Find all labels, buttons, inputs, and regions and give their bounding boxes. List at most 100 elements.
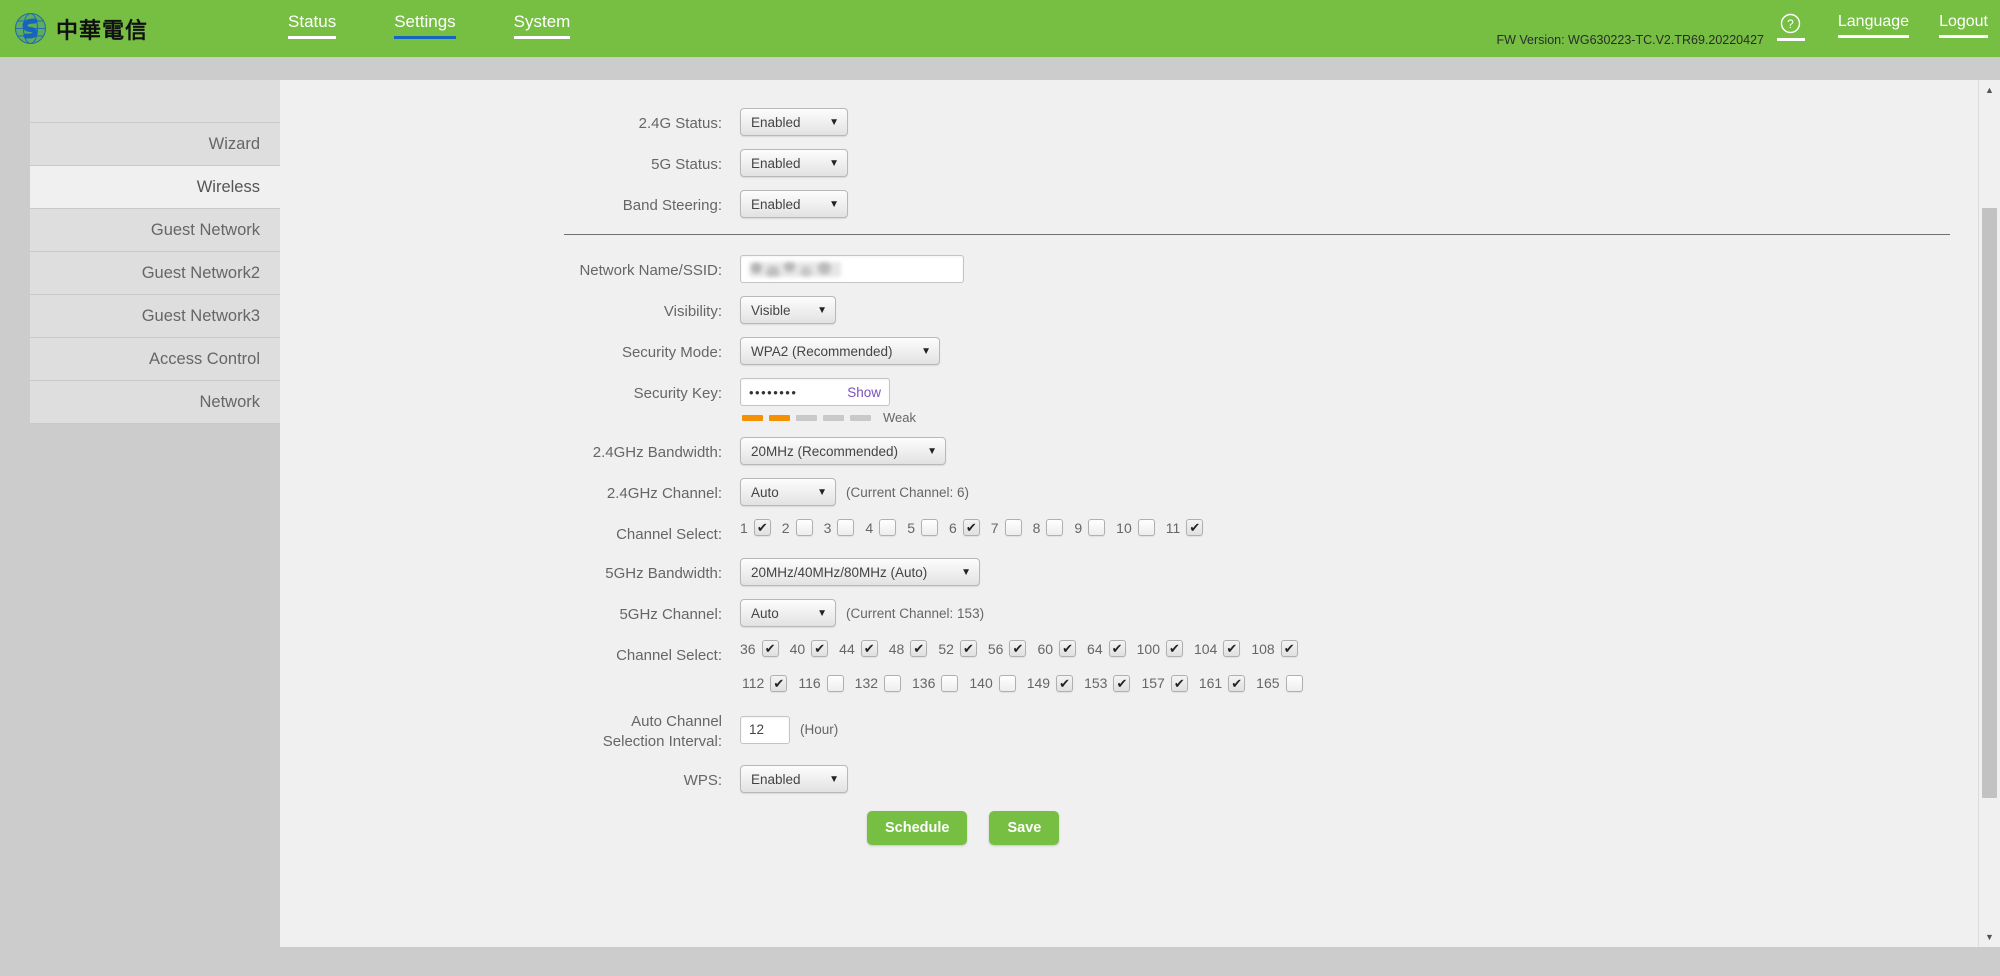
wireless-settings-panel: 2.4G Status: Enabled ▼ 5G Status: Enable… [280,80,1978,947]
channel-unit: 7 [991,519,1022,536]
select-band-steering[interactable]: Enabled ▼ [740,190,848,218]
show-password-link[interactable]: Show [847,385,881,400]
security-key-input[interactable]: •••••••• Show [740,378,890,406]
sidebar-item-wireless[interactable]: Wireless [30,166,280,209]
channel-checkbox-6[interactable]: ✔ [962,519,980,536]
sidebar-item-guest-network[interactable]: Guest Network [30,209,280,252]
channel-number: 6 [948,519,957,536]
channel-unit: 108 ✔ [1251,640,1298,658]
row-5-bandwidth: 5GHz Bandwidth: 20MHz/40MHz/80MHz (Auto)… [280,558,1978,587]
main-nav: Status Settings System [288,12,570,39]
channel-checkbox-60[interactable]: ✔ [1059,640,1077,658]
channel-number: 153 [1084,675,1108,691]
channel-checkbox-116[interactable] [826,674,844,692]
channel-checkbox-group-24: 1 ✔ 2 3 4 5 6 ✔ 7 8 9 10 11 ✔ [740,519,1214,536]
channel-checkbox-8[interactable] [1046,519,1064,536]
ssid-input[interactable] [740,255,964,283]
channel-checkbox-52[interactable]: ✔ [959,640,977,658]
channel-checkbox-11[interactable]: ✔ [1186,519,1204,536]
select-24g-status[interactable]: Enabled ▼ [740,108,848,136]
channel-checkbox-136[interactable] [941,674,959,692]
select-24-channel-value: Auto [751,484,779,500]
current-channel-5-text: (Current Channel: 153) [846,605,985,621]
nav-tab-status[interactable]: Status [288,12,337,39]
select-24g-status-value: Enabled [751,114,801,130]
channel-checkbox-2[interactable] [795,519,813,536]
sidebar-item-network[interactable]: Network [30,381,280,424]
channel-checkbox-165[interactable] [1285,674,1303,692]
sidebar-item-guest-network3[interactable]: Guest Network3 [30,295,280,338]
security-key-value: •••••••• [749,384,798,400]
header-actions: ? Language Logout [1774,13,1988,41]
channel-checkbox-56[interactable]: ✔ [1009,640,1027,658]
channel-checkbox-5[interactable] [920,519,938,536]
channel-unit: 132 [855,674,902,692]
ssid-redacted-value [749,261,841,277]
label-5g-status: 5G Status: [651,156,722,173]
svg-text:?: ? [1788,17,1795,31]
save-button[interactable]: Save [989,811,1060,845]
channel-checkbox-3[interactable] [837,519,855,536]
channel-checkbox-161[interactable]: ✔ [1228,674,1246,692]
strength-segment [823,414,844,421]
channel-checkbox-10[interactable] [1137,519,1155,536]
channel-checkbox-153[interactable]: ✔ [1113,674,1131,692]
app-header: 中華電信 Status Settings System FW Version: … [0,0,2000,57]
channel-checkbox-140[interactable] [998,674,1016,692]
channel-checkbox-7[interactable] [1004,519,1022,536]
brand-logo: 中華電信 [14,12,148,45]
channel-checkbox-100[interactable]: ✔ [1165,640,1183,658]
scrollbar-thumb[interactable] [1982,208,1997,798]
logout-link[interactable]: Logout [1939,13,1988,38]
channel-unit: 36 ✔ [740,640,779,658]
channel-checkbox-40[interactable]: ✔ [811,640,829,658]
select-5-bandwidth[interactable]: 20MHz/40MHz/80MHz (Auto) ▼ [740,558,980,587]
channel-checkbox-149[interactable]: ✔ [1056,674,1074,692]
channel-checkbox-36[interactable]: ✔ [761,640,779,658]
select-24-bandwidth[interactable]: 20MHz (Recommended) ▼ [740,437,946,465]
channel-checkbox-112[interactable]: ✔ [770,674,788,692]
sidebar-item-guest-network2[interactable]: Guest Network2 [30,252,280,295]
channel-checkbox-132[interactable] [884,674,902,692]
language-link[interactable]: Language [1837,13,1910,38]
select-visibility[interactable]: Visible ▼ [740,296,836,324]
row-security-mode: Security Mode: WPA2 (Recommended) ▼ [280,337,1978,365]
content-scrollbar[interactable]: ▲ ▼ [1978,80,2000,947]
select-wps[interactable]: Enabled ▼ [740,765,848,793]
channel-checkbox-108[interactable]: ✔ [1280,640,1298,658]
select-5g-status-value: Enabled [751,155,801,171]
label-wps: WPS: [683,772,722,789]
scroll-up-button[interactable]: ▲ [1979,80,2000,100]
channel-unit: 112 ✔ [742,674,788,692]
auto-channel-interval-unit: (Hour) [800,722,839,737]
nav-tab-settings[interactable]: Settings [394,12,457,39]
channel-checkbox-104[interactable]: ✔ [1223,640,1241,658]
channel-unit: 165 [1256,674,1303,692]
select-5g-status[interactable]: Enabled ▼ [740,149,848,177]
nav-tab-system[interactable]: System [513,12,570,39]
select-24-channel[interactable]: Auto ▼ [740,478,836,506]
channel-checkbox-44[interactable]: ✔ [860,640,878,658]
channel-number: 40 [789,640,806,657]
channel-checkbox-1[interactable]: ✔ [753,519,771,536]
schedule-button[interactable]: Schedule [867,811,968,845]
sidebar-item-access-control[interactable]: Access Control [30,338,280,381]
current-channel-24-text: (Current Channel: 6) [846,484,970,500]
channel-unit: 64 ✔ [1087,640,1126,658]
auto-channel-interval-input[interactable]: 12 [740,715,790,744]
channel-checkbox-157[interactable]: ✔ [1170,674,1188,692]
channel-checkbox-64[interactable]: ✔ [1108,640,1126,658]
label-security-key: Security Key: [633,385,722,402]
select-5-channel[interactable]: Auto ▼ [740,599,836,628]
label-24g-status: 2.4G Status: [638,115,722,132]
help-icon[interactable]: ? [1774,13,1808,41]
scroll-down-button[interactable]: ▼ [1979,927,2000,947]
row-visibility: Visibility: Visible ▼ [280,296,1978,324]
channel-checkbox-9[interactable] [1088,519,1106,536]
channel-unit: 149 ✔ [1027,674,1074,692]
select-security-mode[interactable]: WPA2 (Recommended) ▼ [740,337,940,365]
sidebar-item-wizard[interactable]: Wizard [30,123,280,166]
channel-checkbox-4[interactable] [879,519,897,536]
channel-unit: 48 ✔ [889,640,928,658]
channel-checkbox-48[interactable]: ✔ [910,640,928,658]
